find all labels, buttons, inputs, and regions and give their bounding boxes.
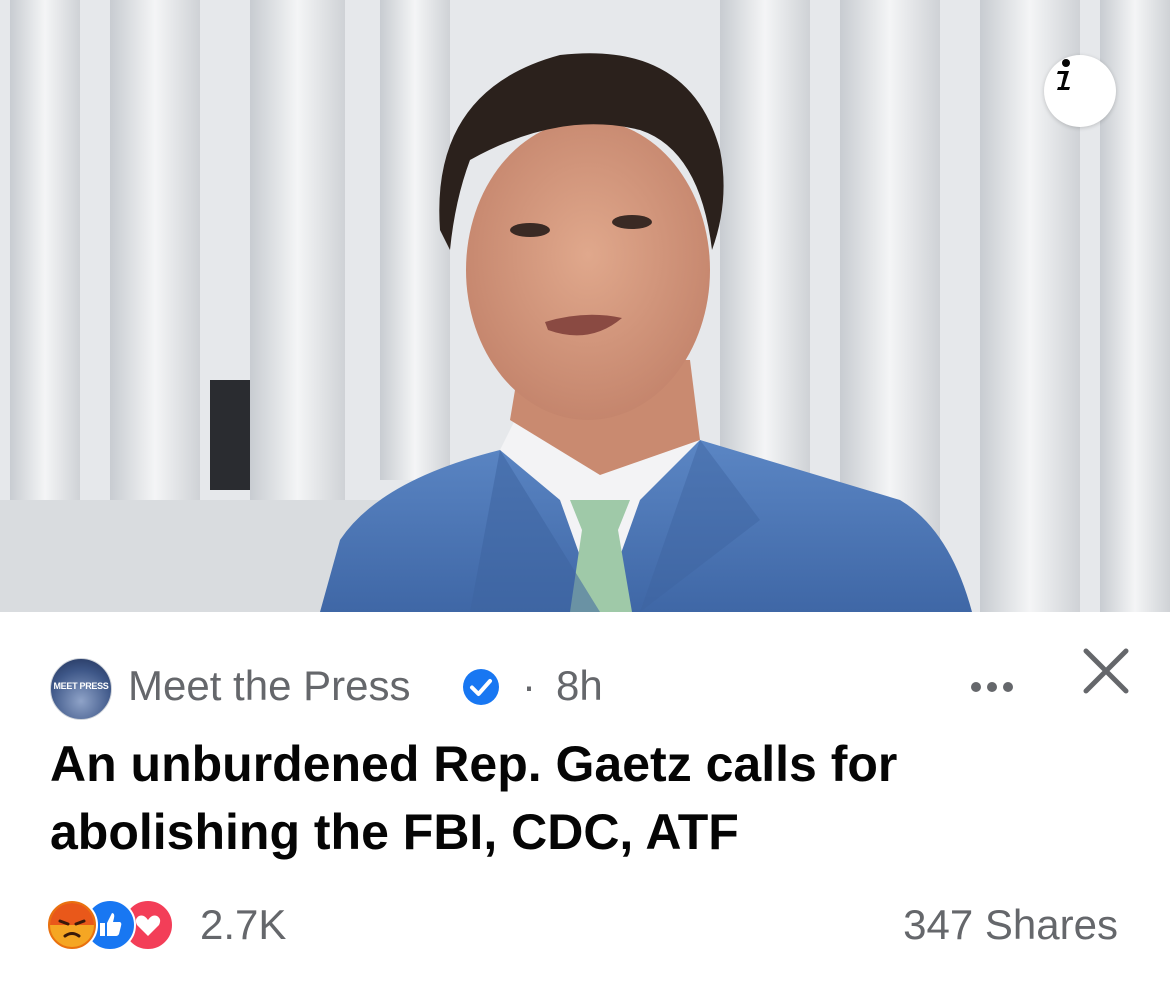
photo-illustration xyxy=(0,0,1170,612)
info-button[interactable] xyxy=(1044,55,1116,127)
info-icon xyxy=(1057,59,1070,90)
post-headline[interactable]: An unburdened Rep. Gaetz calls for aboli… xyxy=(50,730,1110,866)
post-time[interactable]: 8h xyxy=(556,660,603,712)
angry-reaction-icon xyxy=(46,899,98,951)
meta-separator: · xyxy=(522,662,536,709)
reaction-icons[interactable] xyxy=(46,899,196,951)
share-count[interactable]: 347 Shares xyxy=(903,899,1118,951)
source-avatar[interactable]: MEET PRESS xyxy=(50,658,112,720)
avatar-logo-text: MEET PRESS xyxy=(53,681,109,691)
more-options-icon[interactable] xyxy=(968,674,1016,700)
article-photo[interactable] xyxy=(0,0,1170,612)
reaction-count[interactable]: 2.7K xyxy=(200,899,286,951)
source-name[interactable]: Meet the Press xyxy=(128,660,410,712)
close-icon[interactable] xyxy=(1080,645,1132,697)
verified-badge-icon xyxy=(463,669,499,705)
